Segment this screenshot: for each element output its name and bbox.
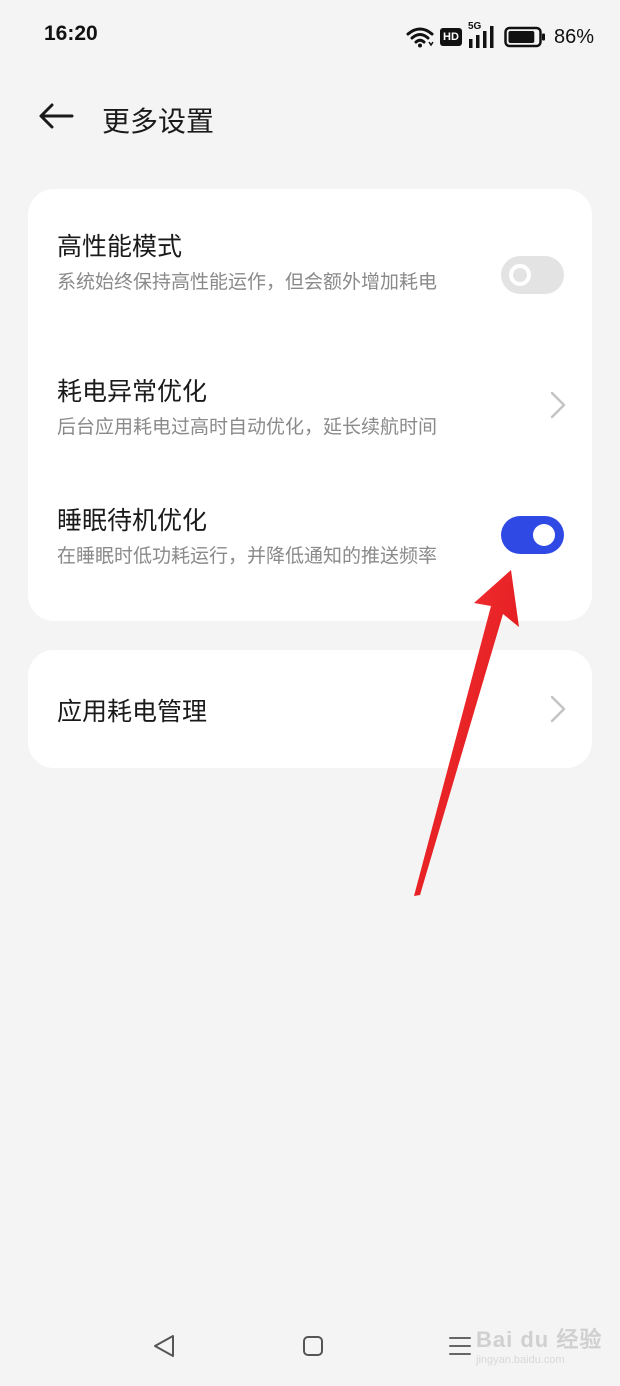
setting-title: 高性能模式 xyxy=(57,232,183,261)
chevron-right-icon xyxy=(548,390,568,420)
watermark-logo: Bai du 经验 xyxy=(476,1327,603,1352)
high-performance-toggle[interactable] xyxy=(501,256,564,294)
status-bar: 16:20 HD 5G 86% xyxy=(0,0,620,76)
battery-percent: 86% xyxy=(553,25,594,48)
setting-row-sleep-standby[interactable]: 睡眠待机优化 在睡眠时低功耗运行，并降低通知的推送频率 xyxy=(28,475,592,621)
chevron-right-icon xyxy=(548,694,568,724)
setting-row-abnormal-power[interactable]: 耗电异常优化 后台应用耗电过高时自动优化，延长续航时间 xyxy=(28,344,592,454)
nav-back-button[interactable] xyxy=(148,1332,180,1364)
status-icons: HD 5G 86% xyxy=(406,21,594,52)
triangle-back-icon xyxy=(151,1333,177,1363)
setting-description: 在睡眠时低功耗运行，并降低通知的推送频率 xyxy=(57,545,438,567)
setting-title: 耗电异常优化 xyxy=(57,377,208,406)
nav-recents-button[interactable] xyxy=(444,1332,476,1364)
wifi-icon xyxy=(406,26,434,48)
settings-card: 高性能模式 系统始终保持高性能运作，但会额外增加耗电 耗电异常优化 后台应用耗电… xyxy=(28,189,592,621)
setting-description: 系统始终保持高性能运作，但会额外增加耗电 xyxy=(57,271,438,293)
header: 更多设置 xyxy=(0,88,620,148)
hd-badge: HD xyxy=(439,28,462,46)
back-button[interactable] xyxy=(34,98,78,138)
toggle-knob xyxy=(533,524,555,546)
app-power-card[interactable]: 应用耗电管理 xyxy=(28,650,592,768)
menu-lines-icon xyxy=(447,1334,473,1362)
nav-home-button[interactable] xyxy=(297,1332,329,1364)
status-time: 16:20 xyxy=(44,22,98,45)
back-arrow-icon xyxy=(38,103,74,133)
battery-icon xyxy=(504,26,546,48)
setting-row-high-performance[interactable]: 高性能模式 系统始终保持高性能运作，但会额外增加耗电 xyxy=(28,189,592,329)
setting-description: 后台应用耗电过高时自动优化，延长续航时间 xyxy=(57,416,438,438)
signal-icon: 5G xyxy=(468,21,498,49)
square-home-icon xyxy=(301,1334,325,1362)
app-power-title: 应用耗电管理 xyxy=(57,697,208,726)
sleep-standby-toggle[interactable] xyxy=(501,516,564,554)
page-title: 更多设置 xyxy=(102,105,215,138)
setting-title: 睡眠待机优化 xyxy=(57,506,208,535)
watermark-url: jingyan.baidu.com xyxy=(476,1354,565,1366)
toggle-knob xyxy=(509,264,531,286)
